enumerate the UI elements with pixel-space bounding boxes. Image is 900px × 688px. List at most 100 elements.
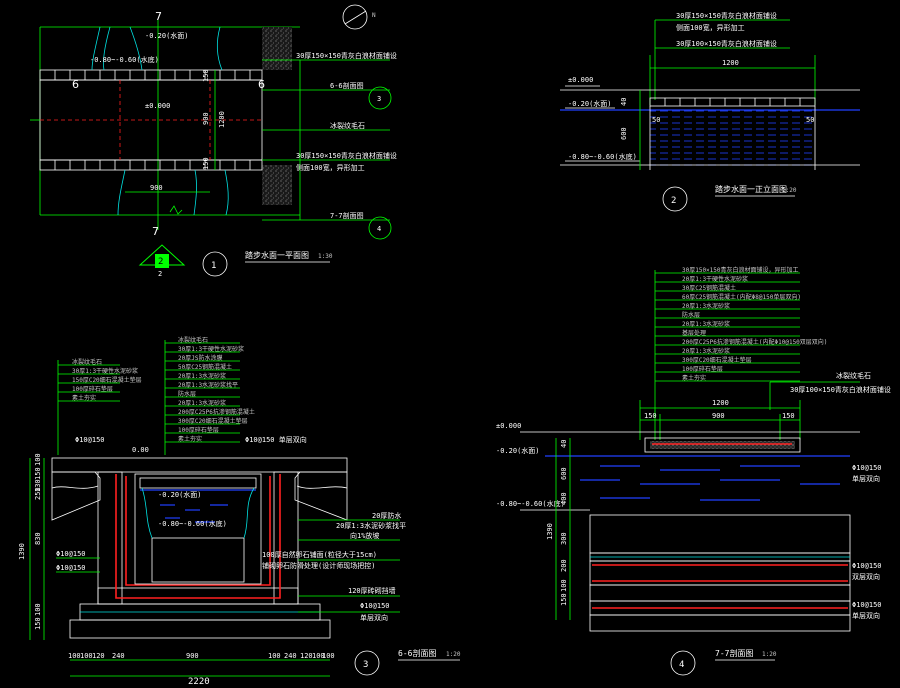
elev-slab-joints: [664, 98, 801, 106]
s66-top-note: 30厚1:3干硬性水泥砂浆: [178, 345, 244, 353]
plan-title: 踏步水面一平面图: [245, 250, 309, 260]
plan-level-deck: ±0.000: [145, 102, 170, 110]
s77-title-scale: 1:20: [762, 651, 777, 658]
elev-water: [650, 108, 815, 170]
s77-title-num: 4: [679, 660, 684, 670]
elev-title-num: 2: [671, 196, 676, 206]
s66-deck-slab: [51, 457, 348, 473]
s66-water-edge-left: [141, 487, 153, 539]
s66-pebble-right: [296, 485, 348, 489]
s77-top-notes: 30厚150×150青灰白浪材面铺设，异形加工20厚1:3干硬性水泥砂浆30厚C…: [655, 266, 827, 382]
s77-top-note: 30厚150×150青灰白浪材面铺设，异形加工: [682, 266, 799, 274]
s66-wall-right: [273, 471, 299, 605]
s77-top-note: 30厚C25钢筋混凝土: [682, 284, 736, 292]
s66-left-note: 素土夯实: [72, 394, 96, 402]
plan-title-scale: 1:30: [318, 253, 333, 260]
plan-ref-66: 6-6剖面图: [330, 81, 364, 90]
s77-rebar-2: Φ10@150: [852, 562, 882, 570]
s66-left-note: 100厚碎石垫层: [72, 385, 113, 393]
s66-top-note: 300厚C20细石混凝土垫层: [178, 417, 248, 425]
north-arrow-needle: [344, 10, 367, 25]
s77-slab-fill: [650, 441, 795, 449]
s66-left-notes: 冰裂纹毛石30厚1:3干硬性水泥砂浆150厚C20细石混凝土垫层100厚碎石垫层…: [58, 358, 142, 402]
s66-dim-h: 240: [284, 652, 297, 660]
elev-level-water: -0.20(水面): [568, 99, 612, 108]
plan-stone-right-bottom: [262, 165, 292, 205]
s66-title-scale: 1:20: [446, 651, 461, 658]
s66-note-r3: 向1%放坡: [350, 531, 379, 540]
s77-dim-v: 200: [560, 559, 568, 572]
s77-note-tile: 30厚100×150青灰白浪材面铺设: [790, 385, 891, 394]
elev-dim-600: 600: [620, 127, 628, 140]
s66-dim-h: 100: [80, 652, 93, 660]
s66-dim-v: 250: [34, 487, 42, 500]
s66-level-water: -0.20(水面): [158, 490, 202, 499]
plan-stone-right-top: [262, 27, 292, 70]
s66-top-notes: 冰裂纹毛石30厚1:3干硬性水泥砂浆20厚JS防水涂膜50厚C25钢筋混凝土20…: [165, 336, 255, 443]
s77-dim-v: 40: [560, 440, 568, 448]
plan-title-num: 1: [211, 261, 216, 271]
plan-note-bottom-2: 侧面100宽，异形加工: [296, 163, 365, 172]
s77-layer-pebble: [589, 514, 851, 554]
plan-level-water: -0.20(水面): [145, 31, 189, 40]
plan-break-symbol: [169, 205, 183, 215]
s66-note-r8: 单层双向: [360, 613, 388, 622]
s77-top-note: 20厚1:3水泥砂浆: [682, 347, 730, 355]
s66-top-note: 20厚1:3水泥砂浆找平: [178, 381, 238, 389]
s66-dim-total: 2220: [188, 677, 210, 687]
elev-title: 踏步水面一正立面图: [715, 184, 787, 194]
s77-dim-v: 1390: [546, 523, 554, 540]
s66-dim-h: 100: [322, 652, 335, 660]
s66-dim-v: 830: [34, 532, 42, 545]
elev-slab: [649, 97, 816, 107]
s66-water-edge-right: [243, 487, 255, 539]
s66-top-note: 20厚JS防水涂膜: [178, 354, 222, 362]
plan-dim-150a: 150: [202, 69, 210, 82]
s77-level-deck: ±0.000: [496, 422, 521, 430]
s66-dim-v: 150: [34, 467, 42, 480]
elev-dim-50b: 50: [806, 116, 814, 124]
elev-title-scale: 1:20: [782, 187, 797, 194]
s77-dim-150b: 150: [782, 412, 795, 420]
plan-view: 7 7 6 6 -0.20(水面) -0.80~-0.60(水底) ±0.000…: [30, 4, 397, 278]
s77-dim-v: 100: [560, 579, 568, 592]
s77-top-note: 20厚1:3干硬性水泥砂浆: [682, 275, 748, 283]
s66-foundation-2: [69, 619, 331, 639]
s77-top-note: 防水层: [682, 311, 700, 319]
plan-note-bottom-1: 30厚150×150青灰白浪材面铺设: [296, 151, 397, 160]
s77-top-note: 基层处理: [682, 329, 706, 337]
s77-top-note: 200厚C25P6抗渗钢筋混凝土(内配Φ10@150双层双向): [682, 338, 827, 346]
s66-top-note: 冰裂纹毛石: [178, 336, 208, 344]
s77-dim-1200: 1200: [712, 399, 729, 407]
plan-water-edge-6: [224, 169, 229, 216]
s66-top-note: 20厚1:3水泥砂浆: [178, 372, 226, 380]
s66-top-note: 50厚C25钢筋混凝土: [178, 363, 232, 371]
s66-rebar-top: Φ10@150: [75, 436, 105, 444]
s66-base-slab: [97, 587, 299, 605]
s66-top-note: 防水层: [178, 390, 196, 398]
elev-dim-1200: 1200: [722, 59, 739, 67]
s66-top-note: 素土夯实: [178, 435, 202, 443]
s77-dim-v: 300: [560, 532, 568, 545]
s77-rebar-1: Φ10@150: [852, 464, 882, 472]
s66-dim-v: 100: [34, 453, 42, 466]
elev-note-3: 30厚100×150青灰白浪材面铺设: [676, 39, 777, 48]
elevation-view: 30厚150×150青灰白浪材面铺设 侧面100宽，异形加工 30厚100×15…: [560, 11, 860, 212]
plan-ref-77-num: 4: [377, 225, 381, 233]
s77-rebar-3: Φ10@150: [852, 601, 882, 609]
plan-tile-strip-bottom: [39, 159, 263, 171]
s66-rebar-l1: Φ10@150: [56, 550, 86, 558]
s66-dim-h: 120: [92, 652, 105, 660]
s77-title: 7-7剖面图: [715, 648, 753, 658]
plan-level-bottom: -0.80~-0.60(水底): [90, 55, 159, 64]
s66-rebar-top-r: Φ10@150 单层双向: [245, 435, 307, 444]
section-77-view: 30厚150×150青灰白浪材面铺设，异形加工20厚1:3干硬性水泥砂浆30厚C…: [496, 266, 891, 676]
s77-water-hatch: [580, 465, 840, 501]
elev-level-deck: ±0.000: [568, 76, 593, 84]
s77-top-note: 素土夯实: [682, 374, 706, 382]
plan-note-stone: 冰裂纹毛石: [330, 121, 365, 130]
s77-level-water: -0.20(水面): [496, 446, 540, 455]
s66-wall-left: [97, 471, 123, 605]
s77-top-note: 300厚C20细石混凝土垫层: [682, 356, 752, 364]
s66-left-note: 冰裂纹毛石: [72, 358, 102, 366]
